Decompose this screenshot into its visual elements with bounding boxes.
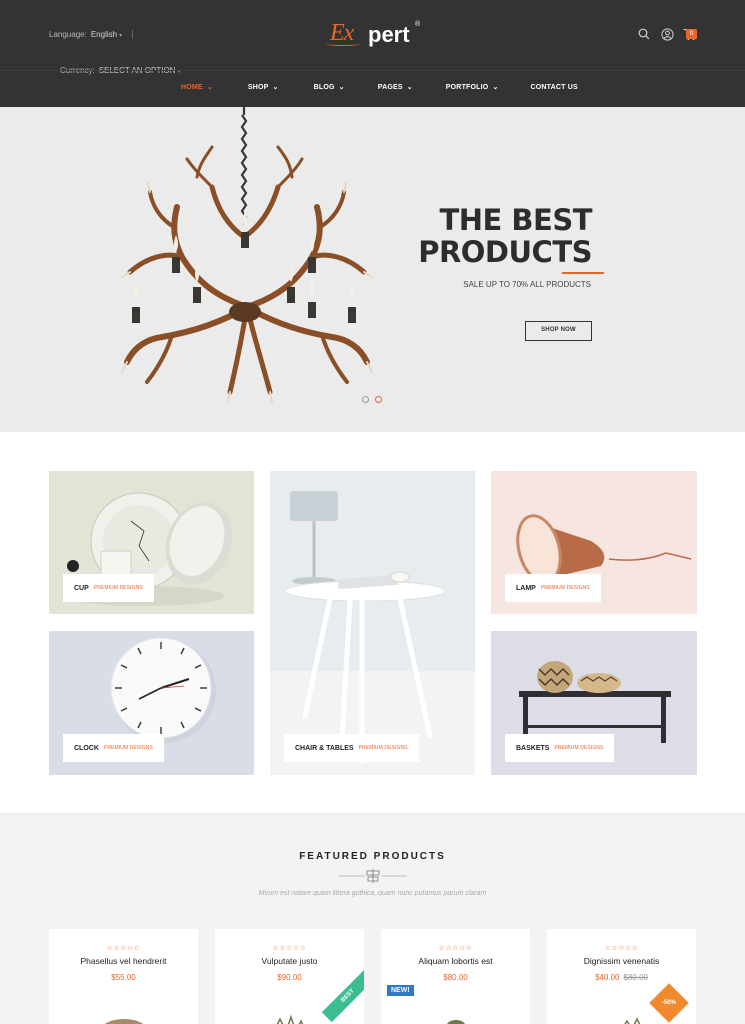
category-tag: PREMIUM DESIGNS: [358, 745, 408, 751]
search-icon[interactable]: [637, 27, 651, 41]
chevron-down-icon: ⌄: [272, 84, 279, 91]
category-chair-tables[interactable]: CHAIR & TABLES PREMIUM DESIGNS: [270, 471, 475, 775]
hero-title-line-2: PRODUCTS: [418, 235, 592, 269]
ornament-icon: [339, 869, 407, 883]
shop-now-button[interactable]: SHOP NOW: [525, 321, 592, 341]
category-clock[interactable]: CLOCK PREMIUM DESIGNS: [49, 631, 254, 775]
product-name[interactable]: Aliquam lobortis est: [381, 956, 530, 966]
product-price: $40.00 $80.00: [547, 973, 696, 982]
category-label: BASKETS PREMIUM DESIGNS: [505, 734, 615, 762]
price-old: $80.00: [623, 973, 648, 982]
chandelier-image: [121, 107, 373, 403]
category-label: CUP PREMIUM DESIGNS: [63, 574, 154, 602]
chevron-down-icon: ▾: [119, 33, 123, 39]
category-name: LAMP: [516, 584, 536, 592]
category-cup[interactable]: CUP PREMIUM DESIGNS: [49, 471, 254, 614]
category-baskets[interactable]: BASKETS PREMIUM DESIGNS: [491, 631, 697, 775]
slider-dots: [362, 396, 382, 403]
product-image: [276, 1014, 304, 1024]
new-badge: NEW!: [387, 985, 414, 996]
category-name: CHAIR & TABLES: [295, 744, 354, 752]
nav-label: PAGES: [377, 83, 403, 91]
featured-title: FEATURED PRODUCTS: [299, 851, 446, 862]
price-current: $80.00: [443, 973, 468, 982]
product-card[interactable]: ☆☆☆☆☆ Dignissim venenatis $40.00 $80.00 -…: [547, 929, 696, 1024]
main-nav: HOME ⌄ SHOP ⌄ BLOG ⌄ PAGES ⌄ PORTFOLIO ⌄ CONT…: [181, 83, 578, 92]
hero-title: THE BEST PRODUCTS: [412, 204, 592, 268]
slider-dot-2[interactable]: [375, 396, 382, 403]
nav-label: SHOP: [247, 83, 269, 91]
price-current: $40.00: [595, 973, 620, 982]
cart-count-badge: 0: [686, 29, 697, 39]
language-label: Language:: [49, 30, 87, 39]
chevron-down-icon: ⌄: [492, 84, 499, 91]
price-current: $90.00: [277, 973, 302, 982]
category-tag: PREMIUM DESIGNS: [554, 745, 604, 751]
nav-item-contact-us[interactable]: CONTACT US: [531, 84, 578, 91]
discount-badge: -50%: [649, 983, 689, 1023]
discount-label: -50%: [661, 1000, 676, 1006]
product-price: $55.00: [49, 973, 198, 982]
product-price: $90.00: [215, 973, 364, 982]
category-name: BASKETS: [516, 744, 550, 752]
category-label: LAMP PREMIUM DESIGNS: [505, 574, 601, 602]
category-tag: PREMIUM DESIGNS: [103, 745, 153, 751]
nav-label: HOME: [181, 83, 203, 91]
rating-stars: ☆☆☆☆☆: [272, 945, 307, 952]
hero-subtitle: SALE UP TO 70% ALL PRODUCTS: [463, 280, 591, 289]
product-image: [624, 1017, 641, 1024]
hero-slider: THE BEST PRODUCTS SALE UP TO 70% ALL PRO…: [0, 107, 745, 432]
category-tag: PREMIUM DESIGNS: [540, 585, 590, 591]
nav-item-portfolio[interactable]: PORTFOLIO ⌄: [445, 83, 499, 92]
product-card[interactable]: ☆☆☆☆☆ Aliquam lobortis est $80.00 NEW!: [381, 929, 530, 1024]
category-label: CLOCK PREMIUM DESIGNS: [63, 734, 164, 762]
product-name[interactable]: Vulputate justo: [215, 956, 364, 966]
nav-label: BLOG: [313, 83, 335, 91]
hero-underline: [562, 272, 604, 274]
rating-stars: ☆☆☆☆☆: [604, 945, 639, 952]
language-value[interactable]: English: [91, 30, 117, 39]
hero-title-line-1: THE BEST: [439, 203, 592, 237]
category-lamp[interactable]: LAMP PREMIUM DESIGNS: [491, 471, 697, 614]
featured-description: Mirum est notare quam littera gothica, q…: [258, 890, 487, 897]
nav-item-shop[interactable]: SHOP ⌄: [247, 83, 279, 92]
product-card[interactable]: ☆☆☆☆☆ Phasellus vel hendrerit $55.00: [49, 929, 198, 1024]
logo-swirl: [326, 42, 360, 46]
header-divider: [0, 70, 745, 71]
product-image: [446, 1020, 466, 1024]
nav-item-blog[interactable]: BLOG ⌄: [313, 83, 345, 92]
table-image: [270, 491, 475, 775]
product-card[interactable]: ☆☆☆☆☆ Vulputate justo $90.00 BEST: [215, 929, 364, 1024]
rating-stars: ☆☆☆☆☆: [106, 945, 141, 952]
user-icon[interactable]: [660, 27, 674, 41]
slider-dot-1[interactable]: [362, 396, 369, 403]
rating-stars: ☆☆☆☆☆: [438, 945, 473, 952]
category-label: CHAIR & TABLES PREMIUM DESIGNS: [284, 734, 419, 762]
nav-item-home[interactable]: HOME ⌄: [181, 83, 213, 92]
category-tag: PREMIUM DESIGNS: [93, 585, 143, 591]
product-name[interactable]: Phasellus vel hendrerit: [49, 956, 198, 966]
nav-label: CONTACT US: [530, 83, 578, 91]
product-price: $80.00: [381, 973, 530, 982]
nav-item-pages[interactable]: PAGES ⌄: [377, 83, 413, 92]
site-logo[interactable]: Ex pert ®: [326, 18, 426, 48]
registered-mark: ®: [415, 21, 421, 28]
price-current: $55.00: [111, 973, 136, 982]
chevron-down-icon: ⌄: [338, 84, 345, 91]
divider: [132, 30, 134, 40]
logo-part-2: pert: [368, 22, 410, 47]
language-selector[interactable]: Language: English ▾: [49, 30, 134, 40]
category-name: CLOCK: [74, 744, 99, 752]
product-image: [104, 1019, 144, 1024]
product-name[interactable]: Dignissim venenatis: [547, 956, 696, 966]
category-name: CUP: [74, 584, 89, 592]
chevron-down-icon: ⌄: [206, 84, 213, 91]
site-header: Language:English▾ Currency:SELECT AN OPT…: [0, 0, 745, 107]
nav-label: PORTFOLIO: [445, 83, 489, 91]
chevron-down-icon: ⌄: [406, 84, 413, 91]
